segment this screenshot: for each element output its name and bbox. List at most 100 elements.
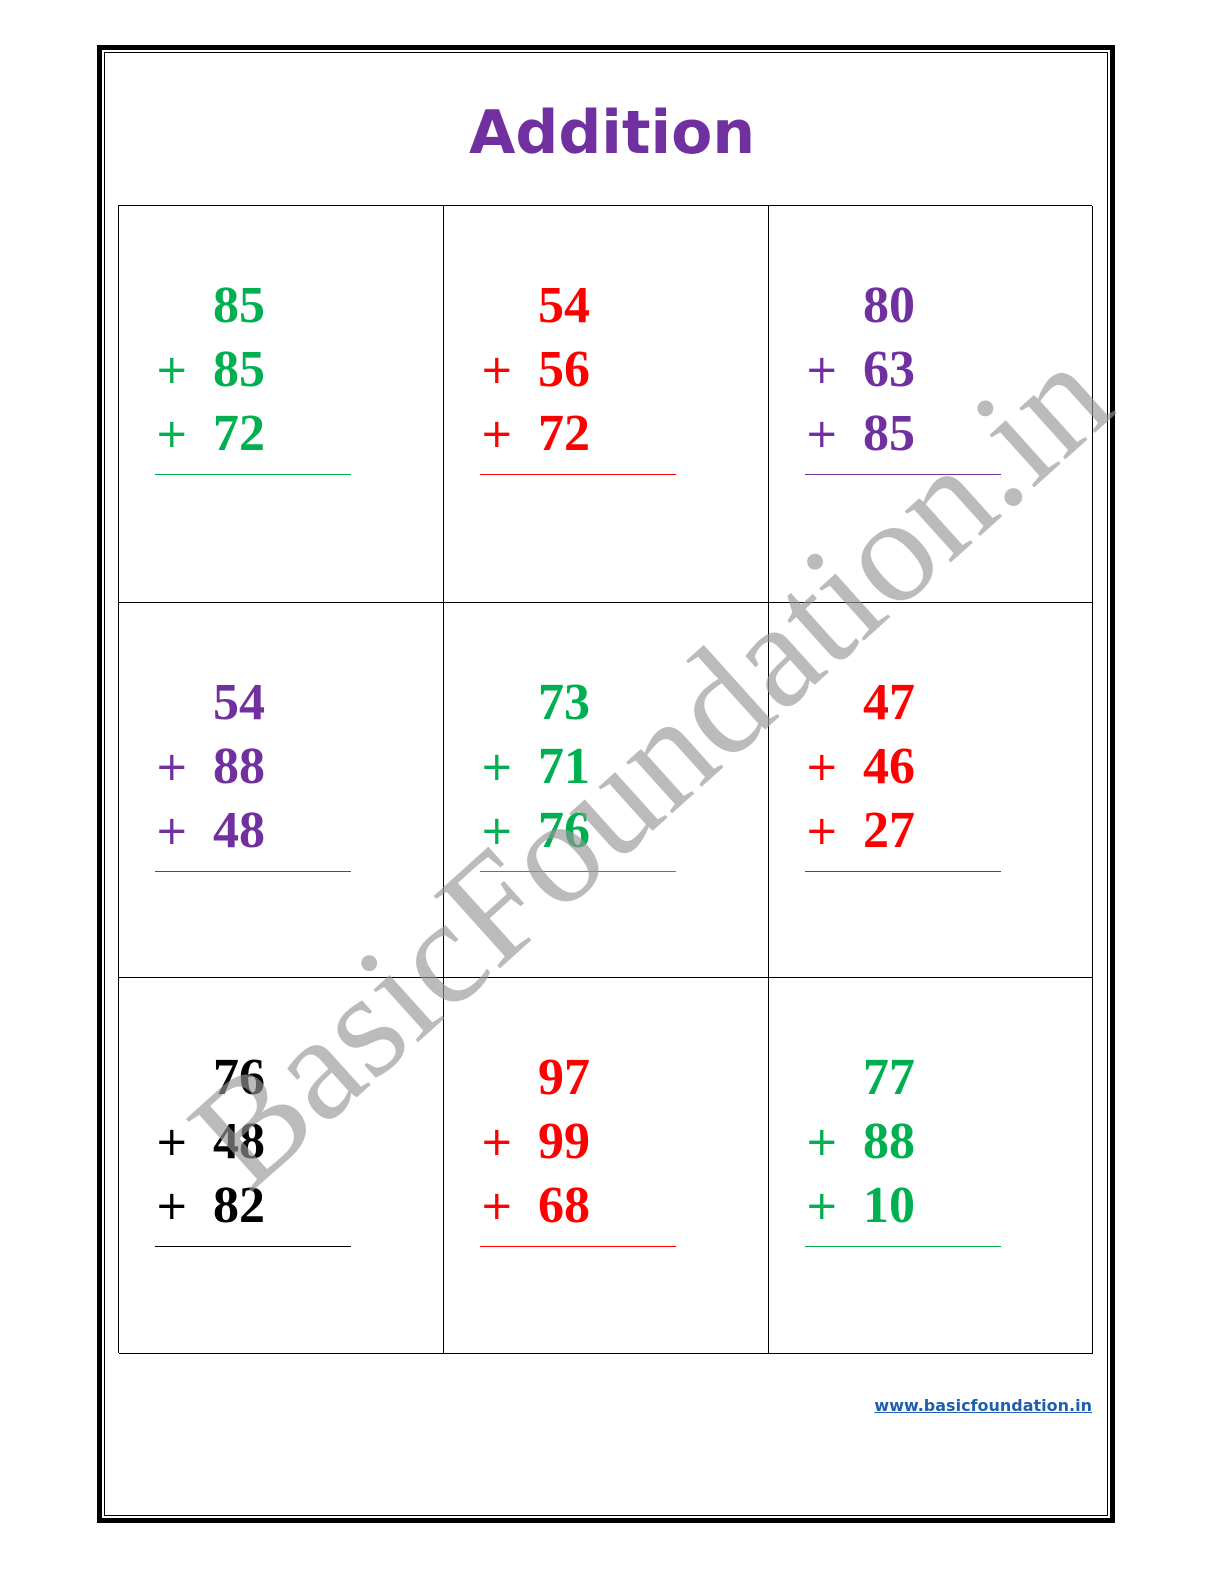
addend-row: +54 [155, 671, 351, 735]
answer-line [155, 871, 351, 872]
plus-sign: + [155, 347, 189, 393]
addend-row: +80 [805, 274, 1001, 338]
addend-number: 76 [538, 802, 590, 859]
website-link[interactable]: www.basicfoundation.in [874, 1396, 1092, 1415]
addend-row: +56 [480, 338, 676, 402]
addition-problem: +54+56+72 [480, 274, 676, 475]
addend-number: 76 [213, 1049, 265, 1106]
addition-problem: +85+85+72 [155, 274, 351, 475]
addend-row: +27 [805, 799, 1001, 863]
addend-number: 68 [538, 1177, 590, 1234]
answer-line [805, 1246, 1001, 1247]
answer-line [155, 474, 351, 475]
plus-sign: + [805, 744, 839, 790]
plus-sign: + [155, 744, 189, 790]
addend-number: 48 [213, 1113, 265, 1170]
addend-row: +76 [155, 1046, 351, 1110]
addend-row: +85 [805, 402, 1001, 466]
addend-number: 88 [863, 1113, 915, 1170]
answer-line [155, 1246, 351, 1247]
addend-number: 48 [213, 802, 265, 859]
addend-number: 99 [538, 1113, 590, 1170]
addend-number: 85 [863, 405, 915, 462]
problem-cell: +76+48+82 [119, 978, 444, 1354]
addition-problem: +73+71+76 [480, 671, 676, 872]
addend-number: 54 [213, 674, 265, 731]
plus-sign: + [805, 347, 839, 393]
answer-line [805, 871, 1001, 872]
addend-row: +76 [480, 799, 676, 863]
problem-cell: +77+88+10 [769, 978, 1093, 1354]
problem-cell: +47+46+27 [769, 603, 1093, 978]
plus-sign: + [155, 808, 189, 854]
addend-number: 54 [538, 277, 590, 334]
addend-row: +72 [155, 402, 351, 466]
plus-sign: + [480, 744, 514, 790]
page-title: Addition [468, 98, 756, 168]
addend-row: +73 [480, 671, 676, 735]
addend-row: +72 [480, 402, 676, 466]
plus-sign: + [480, 347, 514, 393]
plus-sign: + [155, 1119, 189, 1165]
addition-problem: +76+48+82 [155, 1046, 351, 1247]
addend-number: 72 [538, 405, 590, 462]
addition-problem: +54+88+48 [155, 671, 351, 872]
addend-row: +48 [155, 799, 351, 863]
plus-sign: + [805, 808, 839, 854]
addend-row: +63 [805, 338, 1001, 402]
addend-row: +71 [480, 735, 676, 799]
addend-row: +88 [155, 735, 351, 799]
addend-number: 27 [863, 802, 915, 859]
addend-number: 47 [863, 674, 915, 731]
problem-cell: +85+85+72 [119, 206, 444, 603]
addend-row: +68 [480, 1174, 676, 1238]
plus-sign: + [480, 1119, 514, 1165]
addition-problem: +47+46+27 [805, 671, 1001, 872]
answer-line [480, 474, 676, 475]
answer-line [480, 1246, 676, 1247]
addend-number: 97 [538, 1049, 590, 1106]
plus-sign: + [155, 411, 189, 457]
problem-cell: +54+56+72 [444, 206, 769, 603]
plus-sign: + [155, 1183, 189, 1229]
addend-row: +54 [480, 274, 676, 338]
addend-row: +10 [805, 1174, 1001, 1238]
problem-cell: +73+71+76 [444, 603, 769, 978]
addend-number: 10 [863, 1177, 915, 1234]
addend-row: +85 [155, 338, 351, 402]
addend-row: +77 [805, 1046, 1001, 1110]
addend-number: 71 [538, 738, 590, 795]
plus-sign: + [480, 808, 514, 854]
addend-number: 85 [213, 277, 265, 334]
plus-sign: + [805, 1183, 839, 1229]
addend-number: 56 [538, 341, 590, 398]
addition-problem: +80+63+85 [805, 274, 1001, 475]
addition-problem: +97+99+68 [480, 1046, 676, 1247]
addition-problem: +77+88+10 [805, 1046, 1001, 1247]
plus-sign: + [805, 1119, 839, 1165]
addend-number: 73 [538, 674, 590, 731]
addend-row: +46 [805, 735, 1001, 799]
addend-number: 46 [863, 738, 915, 795]
addend-row: +85 [155, 274, 351, 338]
addend-number: 85 [213, 341, 265, 398]
plus-sign: + [480, 411, 514, 457]
addend-row: +99 [480, 1110, 676, 1174]
answer-line [805, 474, 1001, 475]
answer-line [480, 871, 676, 872]
addend-row: +48 [155, 1110, 351, 1174]
addend-row: +88 [805, 1110, 1001, 1174]
plus-sign: + [480, 1183, 514, 1229]
addend-number: 63 [863, 341, 915, 398]
addend-row: +47 [805, 671, 1001, 735]
addend-row: +97 [480, 1046, 676, 1110]
problem-cell: +54+88+48 [119, 603, 444, 978]
problem-cell: +80+63+85 [769, 206, 1093, 603]
addend-row: +82 [155, 1174, 351, 1238]
addend-number: 72 [213, 405, 265, 462]
addend-number: 77 [863, 1049, 915, 1106]
addend-number: 82 [213, 1177, 265, 1234]
problem-cell: +97+99+68 [444, 978, 769, 1354]
addend-number: 80 [863, 277, 915, 334]
addend-number: 88 [213, 738, 265, 795]
